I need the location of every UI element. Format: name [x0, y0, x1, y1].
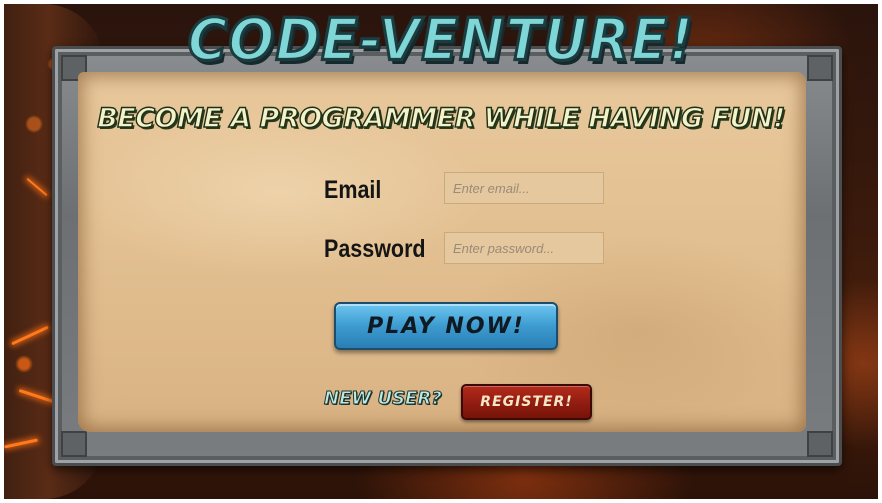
game-title: CODE-VENTURE! [186, 4, 695, 75]
play-now-button[interactable]: PLAY NOW! [334, 302, 558, 350]
tagline: BECOME A PROGRAMMER WHILE HAVING FUN! [97, 102, 786, 134]
register-button[interactable]: REGISTER! [461, 384, 592, 420]
password-label: Password [324, 235, 426, 263]
frame-corner [61, 431, 87, 457]
new-user-text: NEW USER? [324, 388, 443, 410]
email-field[interactable] [444, 172, 604, 204]
password-field[interactable] [444, 232, 604, 264]
frame-corner [807, 431, 833, 457]
email-label: Email [324, 176, 382, 204]
